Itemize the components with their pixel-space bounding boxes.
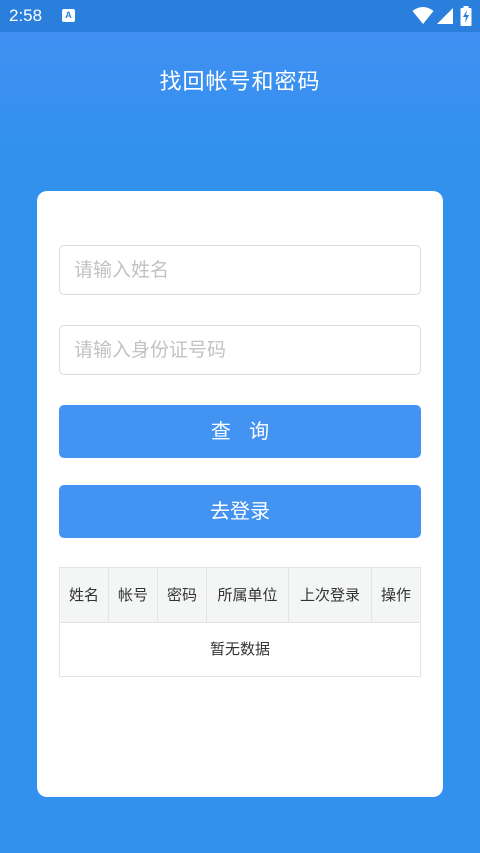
status-bar: 2:58 A	[0, 0, 480, 32]
column-header-last-login: 上次登录	[289, 568, 372, 622]
column-header-unit: 所属单位	[207, 568, 289, 622]
wifi-icon	[412, 7, 434, 24]
column-header-name: 姓名	[60, 568, 109, 622]
cell-signal-icon	[437, 8, 453, 24]
status-time: 2:58	[9, 6, 43, 25]
go-login-button[interactable]: 去登录	[59, 485, 421, 538]
status-icons	[412, 6, 474, 26]
results-table: 姓名 帐号 密码 所属单位 上次登录 操作 暂无数据	[59, 567, 421, 677]
column-header-account: 帐号	[109, 568, 158, 622]
header: 找回帐号和密码	[0, 32, 480, 142]
column-header-password: 密码	[158, 568, 207, 622]
battery-charging-icon	[460, 6, 472, 26]
query-button[interactable]: 查 询	[59, 405, 421, 458]
page-title: 找回帐号和密码	[159, 70, 321, 95]
column-header-actions: 操作	[380, 586, 411, 604]
table-header: 姓名 帐号 密码 所属单位 上次登录 操作	[60, 568, 420, 623]
id-number-input[interactable]	[59, 325, 421, 375]
notification-icon: A	[62, 9, 75, 22]
empty-state-text: 暂无数据	[209, 640, 270, 658]
recovery-card: 查 询 去登录 姓名 帐号 密码 所属单位 上次登录 操作 暂无数据	[37, 191, 443, 797]
name-input[interactable]	[59, 245, 421, 295]
